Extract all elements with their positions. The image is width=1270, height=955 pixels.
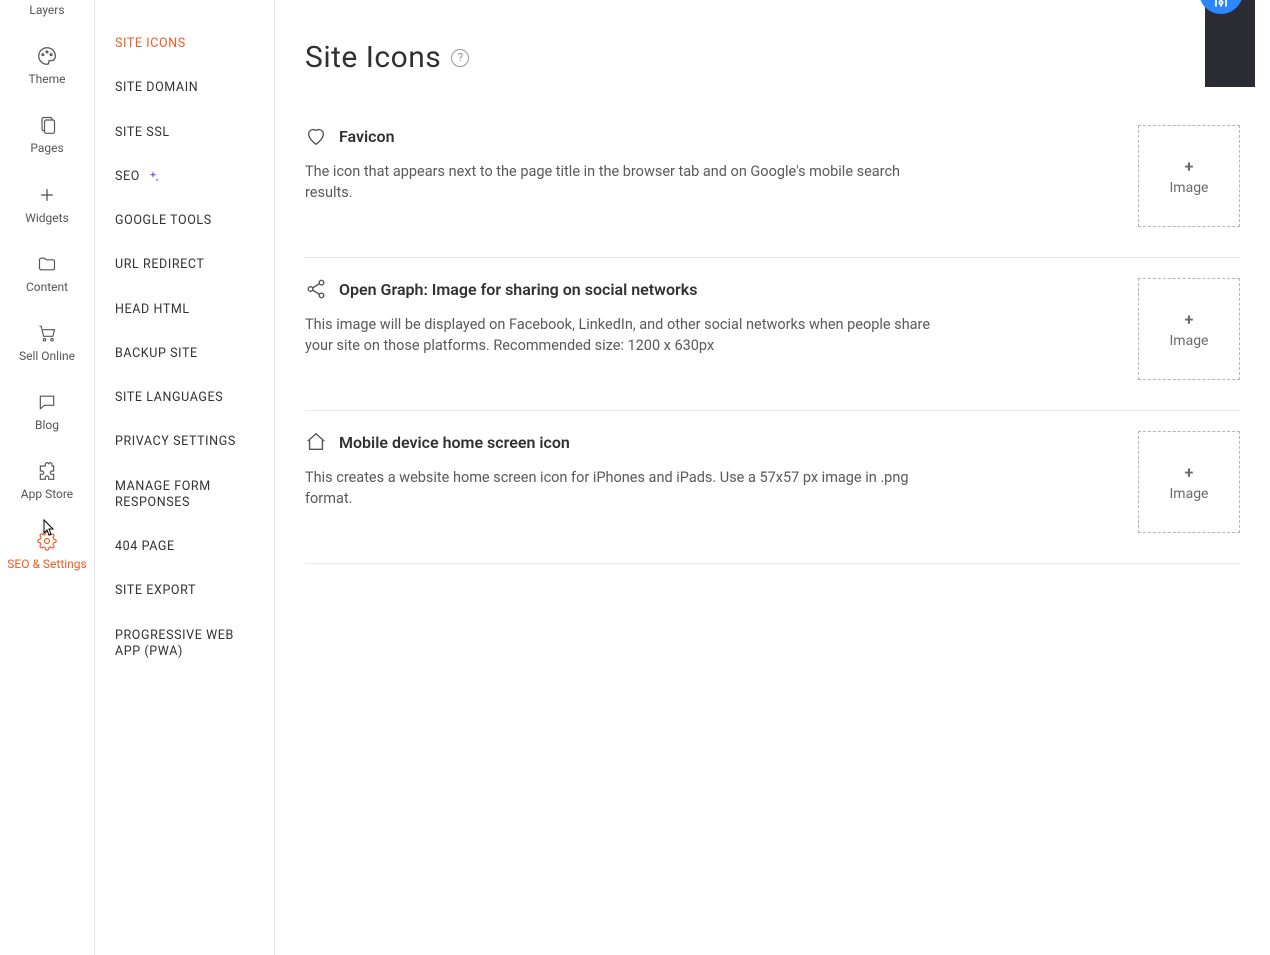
home-icon bbox=[305, 431, 327, 453]
chat-icon bbox=[36, 391, 58, 413]
rail-item-widgets[interactable]: Widgets bbox=[0, 170, 94, 239]
image-drop-open-graph[interactable]: + Image bbox=[1138, 278, 1240, 380]
section-text: Mobile device home screen icon This crea… bbox=[305, 431, 1098, 533]
sidebar-item-pwa[interactable]: PROGRESSIVE WEB APP (PWA) bbox=[95, 614, 274, 675]
section-heading: Favicon bbox=[305, 125, 1098, 147]
section-title: Favicon bbox=[339, 127, 395, 146]
pages-icon bbox=[36, 114, 58, 136]
sidebar-item-site-domain[interactable]: SITE DOMAIN bbox=[95, 66, 274, 110]
section-heading: Mobile device home screen icon bbox=[305, 431, 1098, 453]
rail-label: Layers bbox=[29, 4, 64, 17]
section-mobile-icon: Mobile device home screen icon This crea… bbox=[305, 411, 1240, 564]
rail-item-blog[interactable]: Blog bbox=[0, 377, 94, 446]
image-drop-label: Image bbox=[1170, 333, 1209, 349]
page-title: Site Icons bbox=[305, 40, 441, 75]
rail-item-theme[interactable]: Theme bbox=[0, 31, 94, 100]
folder-icon bbox=[36, 253, 58, 275]
share-icon bbox=[305, 278, 327, 300]
plus-icon: + bbox=[1185, 310, 1194, 329]
sidebar-item-google-tools[interactable]: GOOGLE TOOLS bbox=[95, 199, 274, 243]
sidebar-item-privacy-settings[interactable]: PRIVACY SETTINGS bbox=[95, 420, 274, 464]
left-rail: Layers Theme Pages Widgets Content bbox=[0, 0, 95, 955]
image-drop-label: Image bbox=[1170, 180, 1209, 196]
rail-item-app-store[interactable]: App Store bbox=[0, 446, 94, 515]
sidebar-item-404-page[interactable]: 404 PAGE bbox=[95, 525, 274, 569]
rail-label: Sell Online bbox=[19, 350, 75, 363]
sidebar-item-label: SEO bbox=[115, 169, 140, 185]
sidebar-item-url-redirect[interactable]: URL REDIRECT bbox=[95, 243, 274, 287]
rail-label: Blog bbox=[35, 419, 59, 432]
rail-item-layers[interactable]: Layers bbox=[0, 4, 94, 31]
rail-item-pages[interactable]: Pages bbox=[0, 100, 94, 169]
sidebar-item-label: SITE LANGUAGES bbox=[115, 390, 223, 406]
puzzle-icon bbox=[36, 460, 58, 482]
gear-icon bbox=[36, 530, 58, 552]
help-icon[interactable]: ? bbox=[451, 49, 469, 67]
sidebar-item-label: MANAGE FORM RESPONSES bbox=[115, 479, 254, 512]
floating-settings-button[interactable] bbox=[1199, 0, 1243, 14]
sidebar-item-seo[interactable]: SEO bbox=[95, 155, 274, 199]
sidebar-item-label: SITE ICONS bbox=[115, 36, 186, 52]
sidebar-item-site-languages[interactable]: SITE LANGUAGES bbox=[95, 376, 274, 420]
section-title: Open Graph: Image for sharing on social … bbox=[339, 280, 697, 299]
section-text: Open Graph: Image for sharing on social … bbox=[305, 278, 1098, 380]
sidebar-item-label: 404 PAGE bbox=[115, 539, 175, 555]
rail-label: Pages bbox=[30, 142, 63, 155]
sidebar-item-label: SITE EXPORT bbox=[115, 583, 196, 599]
section-favicon: Favicon The icon that appears next to th… bbox=[305, 105, 1240, 258]
sidebar-item-backup-site[interactable]: BACKUP SITE bbox=[95, 332, 274, 376]
sidebar-item-site-export[interactable]: SITE EXPORT bbox=[95, 569, 274, 613]
sidebar-item-label: SITE DOMAIN bbox=[115, 80, 198, 96]
sidebar-item-label: BACKUP SITE bbox=[115, 346, 198, 362]
sidebar-item-label: URL REDIRECT bbox=[115, 257, 204, 273]
sidebar-item-label: PROGRESSIVE WEB APP (PWA) bbox=[115, 628, 254, 661]
section-desc: This creates a website home screen icon … bbox=[305, 467, 945, 509]
heart-icon bbox=[305, 125, 327, 147]
rail-label: SEO & Settings bbox=[7, 558, 86, 571]
palette-icon bbox=[36, 45, 58, 67]
settings-sidebar: SITE ICONS SITE DOMAIN SITE SSL SEO GOOG… bbox=[95, 0, 275, 955]
rail-item-seo-settings[interactable]: SEO & Settings bbox=[0, 516, 94, 585]
sidebar-item-manage-form-responses[interactable]: MANAGE FORM RESPONSES bbox=[95, 465, 274, 526]
sliders-icon bbox=[1199, 0, 1243, 14]
section-desc: The icon that appears next to the page t… bbox=[305, 161, 945, 203]
main-content: Site Icons ? Favicon The icon that appea… bbox=[275, 0, 1270, 955]
sidebar-item-label: GOOGLE TOOLS bbox=[115, 213, 212, 229]
section-text: Favicon The icon that appears next to th… bbox=[305, 125, 1098, 227]
rail-label: Theme bbox=[28, 73, 65, 86]
image-drop-favicon[interactable]: + Image bbox=[1138, 125, 1240, 227]
rail-item-sell-online[interactable]: Sell Online bbox=[0, 308, 94, 377]
rail-label: App Store bbox=[21, 488, 73, 501]
page-title-row: Site Icons ? bbox=[305, 40, 1240, 75]
sidebar-item-label: PRIVACY SETTINGS bbox=[115, 434, 236, 450]
sidebar-item-site-ssl[interactable]: SITE SSL bbox=[95, 111, 274, 155]
section-heading: Open Graph: Image for sharing on social … bbox=[305, 278, 1098, 300]
rail-item-content[interactable]: Content bbox=[0, 239, 94, 308]
image-drop-label: Image bbox=[1170, 486, 1209, 502]
section-title: Mobile device home screen icon bbox=[339, 433, 570, 452]
sparkle-icon bbox=[146, 170, 160, 184]
sidebar-item-label: HEAD HTML bbox=[115, 302, 190, 318]
rail-label: Content bbox=[26, 281, 68, 294]
plus-icon bbox=[36, 184, 58, 206]
sidebar-item-site-icons[interactable]: SITE ICONS bbox=[95, 22, 274, 66]
app-root: Layers Theme Pages Widgets Content bbox=[0, 0, 1270, 955]
sidebar-item-label: SITE SSL bbox=[115, 125, 170, 141]
rail-label: Widgets bbox=[25, 212, 69, 225]
plus-icon: + bbox=[1185, 463, 1194, 482]
section-open-graph: Open Graph: Image for sharing on social … bbox=[305, 258, 1240, 411]
plus-icon: + bbox=[1185, 157, 1194, 176]
image-drop-mobile-icon[interactable]: + Image bbox=[1138, 431, 1240, 533]
sidebar-item-head-html[interactable]: HEAD HTML bbox=[95, 288, 274, 332]
section-desc: This image will be displayed on Facebook… bbox=[305, 314, 945, 356]
cart-icon bbox=[36, 322, 58, 344]
